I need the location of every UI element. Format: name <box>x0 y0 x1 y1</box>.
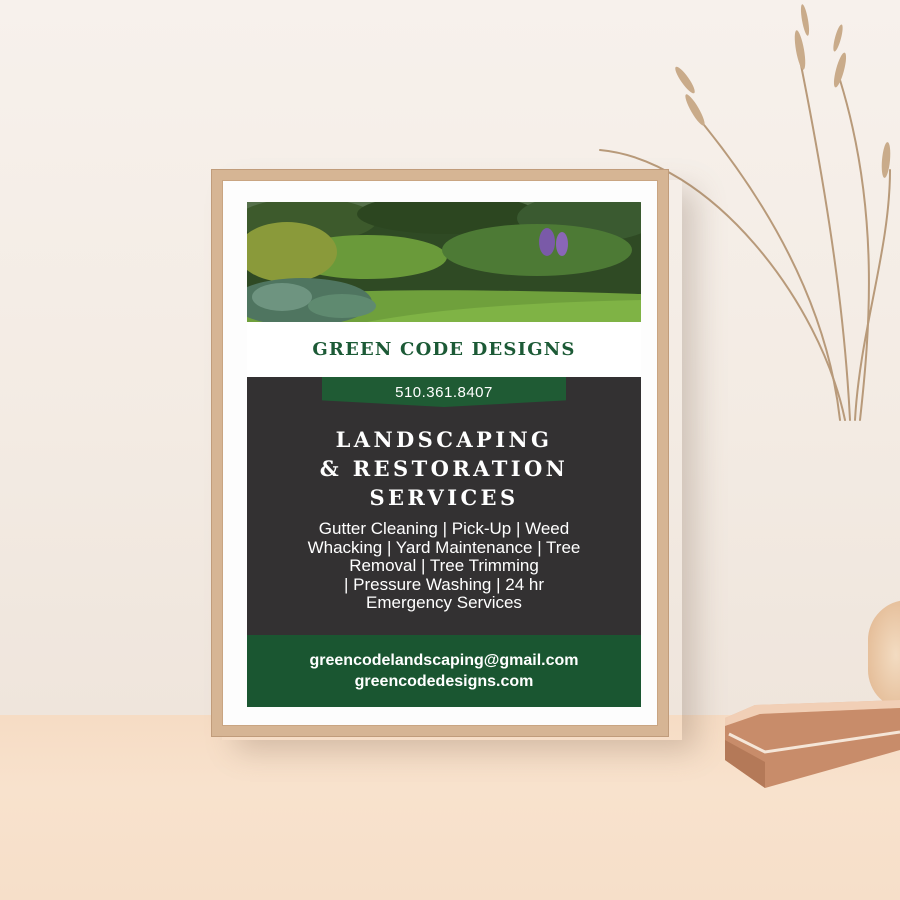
headline-line-1: LANDSCAPING <box>335 427 553 452</box>
brand-banner: GREEN CODE DESIGNS <box>247 322 641 377</box>
services-panel: 510.361.8407 LANDSCAPING & RESTORATION S… <box>247 377 641 635</box>
book-decor <box>725 700 900 788</box>
headline-line-3: SERVICES <box>369 485 519 510</box>
phone-number[interactable]: 510.361.8407 <box>395 384 493 401</box>
garden-photo <box>247 202 641 322</box>
website-link[interactable]: greencodedesigns.com <box>355 671 534 692</box>
services-line-2: Whacking | Yard Maintenance | Tree <box>307 537 581 557</box>
services-line-4: | Pressure Washing | 24 hr <box>343 574 544 594</box>
phone-ribbon: 510.361.8407 <box>322 377 566 407</box>
headline: LANDSCAPING & RESTORATION SERVICES <box>247 425 641 512</box>
brand-name: GREEN CODE DESIGNS <box>312 339 576 360</box>
flyer-poster: GREEN CODE DESIGNS 510.361.8407 LANDSCAP… <box>247 202 641 707</box>
email-link[interactable]: greencodelandscaping@gmail.com <box>310 650 579 671</box>
services-line-1: Gutter Cleaning | Pick-Up | Weed <box>318 519 570 538</box>
services-line-5: Emergency Services <box>366 593 522 612</box>
services-line-3: Removal | Tree Trimming <box>349 556 539 575</box>
contact-footer: greencodelandscaping@gmail.com greencode… <box>247 635 641 707</box>
services-list: Gutter Cleaning | Pick-Up | Weed Whackin… <box>273 519 615 613</box>
headline-line-2: & RESTORATION <box>319 456 569 481</box>
